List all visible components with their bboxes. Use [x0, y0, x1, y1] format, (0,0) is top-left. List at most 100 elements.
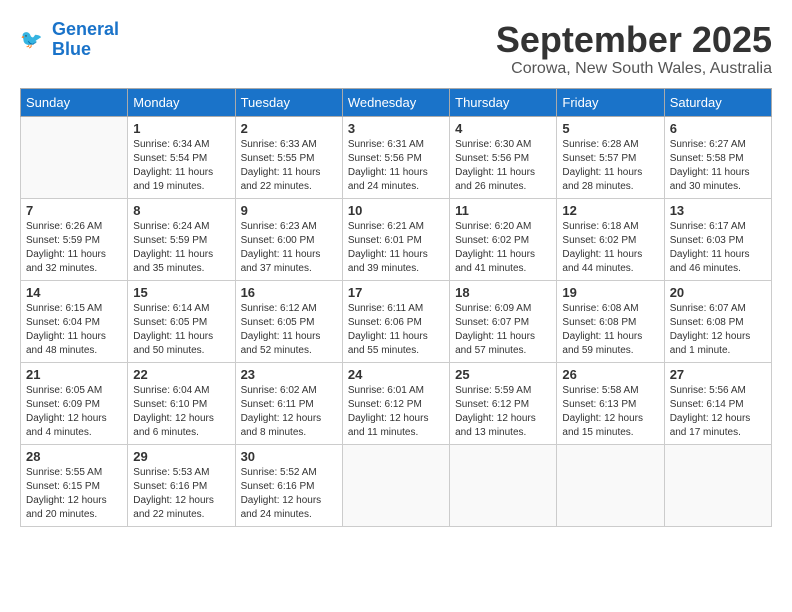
calendar-cell: 4Sunrise: 6:30 AMSunset: 5:56 PMDaylight…	[450, 116, 557, 198]
calendar-cell: 30 Sunrise: 5:52 AMSunset: 6:16 PMDayligh…	[235, 444, 342, 526]
calendar-cell: 9 Sunrise: 6:23 AMSunset: 6:00 PMDaylight…	[235, 198, 342, 280]
logo-blue: Blue	[52, 40, 119, 60]
day-number: 20	[670, 285, 766, 300]
day-info: Sunrise: 5:52 AMSunset: 6:16 PMDaylight:…	[241, 466, 337, 522]
day-number: 15	[133, 285, 229, 300]
day-number: 18	[455, 285, 551, 300]
day-info: Sunrise: 6:07 AMSunset: 6:08 PMDaylight:…	[670, 302, 766, 358]
day-info: Sunrise: 5:56 AMSunset: 6:14 PMDaylight:…	[670, 384, 766, 440]
calendar-cell: 6 Sunrise: 6:27 AMSunset: 5:58 PMDaylight…	[664, 116, 771, 198]
day-info: Sunrise: 6:04 AMSunset: 6:10 PMDaylight:…	[133, 384, 229, 440]
day-info: Sunrise: 6:31 AMSunset: 5:56 PMDaylight:…	[348, 138, 444, 194]
calendar-cell: 11 Sunrise: 6:20 AMSunset: 6:02 PMDayligh…	[450, 198, 557, 280]
logo-text: General Blue	[52, 20, 119, 60]
calendar-cell: 15 Sunrise: 6:14 AMSunset: 6:05 PMDayligh…	[128, 280, 235, 362]
day-info: Sunrise: 6:01 AMSunset: 6:12 PMDaylight:…	[348, 384, 444, 440]
day-info: Sunrise: 6:23 AMSunset: 6:00 PMDaylight:…	[241, 220, 337, 276]
day-number: 11	[455, 203, 551, 218]
calendar-cell: 17 Sunrise: 6:11 AMSunset: 6:06 PMDayligh…	[342, 280, 449, 362]
day-info: Sunrise: 6:09 AMSunset: 6:07 PMDaylight:…	[455, 302, 551, 358]
day-info: Sunrise: 6:17 AMSunset: 6:03 PMDaylight:…	[670, 220, 766, 276]
day-info: Sunrise: 5:58 AMSunset: 6:13 PMDaylight:…	[562, 384, 658, 440]
calendar-cell: 23Sunrise: 6:02 AMSunset: 6:11 PMDayligh…	[235, 362, 342, 444]
day-info: Sunrise: 6:18 AMSunset: 6:02 PMDaylight:…	[562, 220, 658, 276]
day-info: Sunrise: 6:24 AMSunset: 5:59 PMDaylight:…	[133, 220, 229, 276]
calendar-cell: 14 Sunrise: 6:15 AMSunset: 6:04 PMDayligh…	[21, 280, 128, 362]
day-info: Sunrise: 6:20 AMSunset: 6:02 PMDaylight:…	[455, 220, 551, 276]
day-number: 19	[562, 285, 658, 300]
day-info: Sunrise: 6:26 AMSunset: 5:59 PMDaylight:…	[26, 220, 122, 276]
svg-text:🐦: 🐦	[20, 29, 43, 49]
weekday-header-row: SundayMondayTuesdayWednesdayThursdayFrid…	[21, 88, 772, 116]
week-row-2: 7Sunrise: 6:26 AMSunset: 5:59 PMDaylight…	[21, 198, 772, 280]
calendar-cell	[450, 444, 557, 526]
calendar-cell	[664, 444, 771, 526]
page-header: 🐦 General Blue September 2025 Corowa, Ne…	[20, 20, 772, 78]
calendar-cell: 3 Sunrise: 6:31 AMSunset: 5:56 PMDaylight…	[342, 116, 449, 198]
day-info: Sunrise: 6:27 AMSunset: 5:58 PMDaylight:…	[670, 138, 766, 194]
week-row-1: 1 Sunrise: 6:34 AMSunset: 5:54 PMDaylight…	[21, 116, 772, 198]
weekday-header-friday: Friday	[557, 88, 664, 116]
week-row-4: 21 Sunrise: 6:05 AMSunset: 6:09 PMDayligh…	[21, 362, 772, 444]
weekday-header-saturday: Saturday	[664, 88, 771, 116]
day-info: Sunrise: 6:14 AMSunset: 6:05 PMDaylight:…	[133, 302, 229, 358]
day-number: 29	[133, 449, 229, 464]
calendar-cell: 1 Sunrise: 6:34 AMSunset: 5:54 PMDaylight…	[128, 116, 235, 198]
calendar-cell	[21, 116, 128, 198]
title-block: September 2025 Corowa, New South Wales, …	[496, 20, 772, 78]
day-info: Sunrise: 6:05 AMSunset: 6:09 PMDaylight:…	[26, 384, 122, 440]
week-row-3: 14 Sunrise: 6:15 AMSunset: 6:04 PMDayligh…	[21, 280, 772, 362]
day-info: Sunrise: 6:15 AMSunset: 6:04 PMDaylight:…	[26, 302, 122, 358]
calendar-cell: 8 Sunrise: 6:24 AMSunset: 5:59 PMDaylight…	[128, 198, 235, 280]
day-number: 12	[562, 203, 658, 218]
weekday-header-sunday: Sunday	[21, 88, 128, 116]
day-info: Sunrise: 6:34 AMSunset: 5:54 PMDaylight:…	[133, 138, 229, 194]
day-info: Sunrise: 6:21 AMSunset: 6:01 PMDaylight:…	[348, 220, 444, 276]
calendar-cell: 24 Sunrise: 6:01 AMSunset: 6:12 PMDayligh…	[342, 362, 449, 444]
day-number: 1	[133, 121, 229, 136]
day-number: 2	[241, 121, 337, 136]
day-number: 14	[26, 285, 122, 300]
logo: 🐦 General Blue	[20, 20, 119, 60]
day-info: Sunrise: 6:11 AMSunset: 6:06 PMDaylight:…	[348, 302, 444, 358]
calendar-cell: 21 Sunrise: 6:05 AMSunset: 6:09 PMDayligh…	[21, 362, 128, 444]
day-info: Sunrise: 6:12 AMSunset: 6:05 PMDaylight:…	[241, 302, 337, 358]
day-number: 6	[670, 121, 766, 136]
day-info: Sunrise: 6:33 AMSunset: 5:55 PMDaylight:…	[241, 138, 337, 194]
weekday-header-monday: Monday	[128, 88, 235, 116]
day-number: 24	[348, 367, 444, 382]
day-number: 5	[562, 121, 658, 136]
day-number: 3	[348, 121, 444, 136]
day-number: 4	[455, 121, 551, 136]
logo-general: General	[52, 19, 119, 39]
calendar-cell: 29Sunrise: 5:53 AMSunset: 6:16 PMDayligh…	[128, 444, 235, 526]
day-number: 27	[670, 367, 766, 382]
calendar-cell: 12 Sunrise: 6:18 AMSunset: 6:02 PMDayligh…	[557, 198, 664, 280]
weekday-header-wednesday: Wednesday	[342, 88, 449, 116]
calendar-cell: 2 Sunrise: 6:33 AMSunset: 5:55 PMDaylight…	[235, 116, 342, 198]
week-row-5: 28 Sunrise: 5:55 AMSunset: 6:15 PMDayligh…	[21, 444, 772, 526]
calendar-cell: 5 Sunrise: 6:28 AMSunset: 5:57 PMDaylight…	[557, 116, 664, 198]
month-title: September 2025	[496, 20, 772, 60]
day-number: 30	[241, 449, 337, 464]
day-number: 17	[348, 285, 444, 300]
day-info: Sunrise: 6:08 AMSunset: 6:08 PMDaylight:…	[562, 302, 658, 358]
day-number: 25	[455, 367, 551, 382]
calendar-table: SundayMondayTuesdayWednesdayThursdayFrid…	[20, 88, 772, 527]
calendar-cell	[342, 444, 449, 526]
day-number: 26	[562, 367, 658, 382]
day-number: 28	[26, 449, 122, 464]
calendar-cell: 27 Sunrise: 5:56 AMSunset: 6:14 PMDayligh…	[664, 362, 771, 444]
calendar-cell: 28 Sunrise: 5:55 AMSunset: 6:15 PMDayligh…	[21, 444, 128, 526]
calendar-cell: 19 Sunrise: 6:08 AMSunset: 6:08 PMDayligh…	[557, 280, 664, 362]
weekday-header-thursday: Thursday	[450, 88, 557, 116]
logo-bird-icon: 🐦	[20, 26, 48, 54]
calendar-cell: 26 Sunrise: 5:58 AMSunset: 6:13 PMDayligh…	[557, 362, 664, 444]
day-info: Sunrise: 6:28 AMSunset: 5:57 PMDaylight:…	[562, 138, 658, 194]
calendar-cell: 10Sunrise: 6:21 AMSunset: 6:01 PMDayligh…	[342, 198, 449, 280]
day-number: 8	[133, 203, 229, 218]
calendar-cell: 25Sunrise: 5:59 AMSunset: 6:12 PMDayligh…	[450, 362, 557, 444]
day-number: 21	[26, 367, 122, 382]
day-info: Sunrise: 5:55 AMSunset: 6:15 PMDaylight:…	[26, 466, 122, 522]
day-number: 9	[241, 203, 337, 218]
